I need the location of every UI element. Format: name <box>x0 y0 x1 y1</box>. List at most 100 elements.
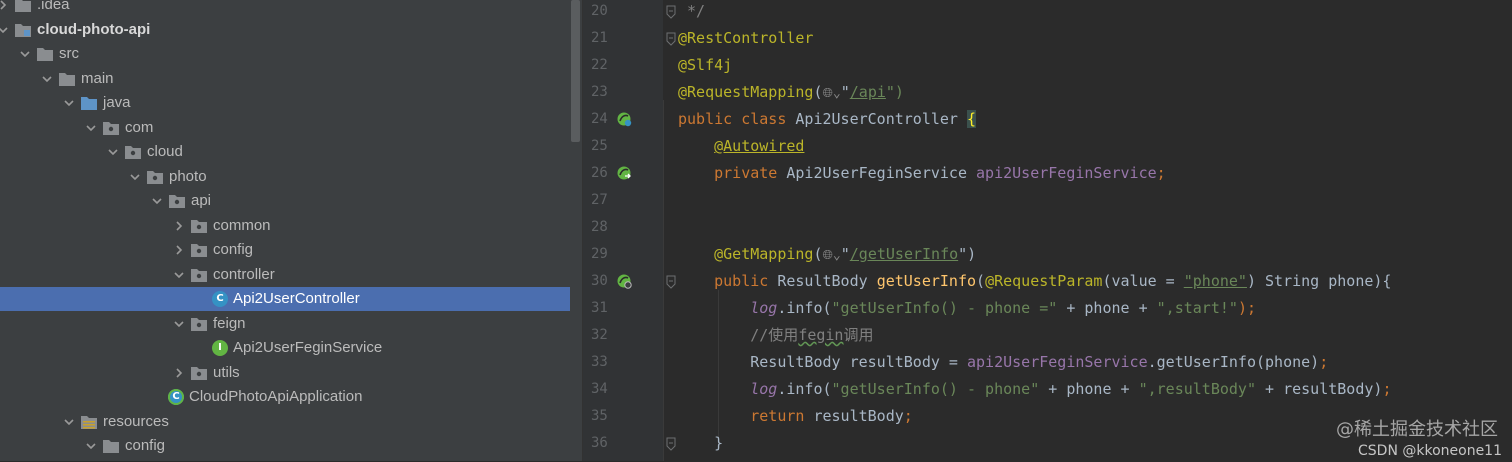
url-globe-icon[interactable]: 🌐︎⌄ <box>823 248 841 263</box>
package-icon <box>190 242 208 258</box>
code-token: @Autowired <box>714 137 805 155</box>
code-line[interactable]: */ <box>678 0 705 25</box>
fold-marker-icon[interactable] <box>665 436 677 451</box>
package-icon <box>168 193 186 209</box>
code-line[interactable]: private Api2UserFeginService api2UserFeg… <box>678 160 1166 187</box>
line-number: 35 <box>591 408 608 424</box>
chevron-right-icon[interactable] <box>172 238 186 262</box>
chevron-right-icon[interactable] <box>172 361 186 385</box>
tree-item[interactable]: common <box>0 214 582 238</box>
spring-bean-icon[interactable] <box>615 110 633 128</box>
fold-marker-icon[interactable] <box>665 4 677 19</box>
code-token: @GetMapping <box>714 245 814 263</box>
tree-item[interactable]: resources <box>0 410 582 434</box>
code-line[interactable]: return resultBody; <box>678 403 913 430</box>
code-line[interactable]: @Slf4j <box>678 52 732 79</box>
tree-item[interactable]: C Api2UserController <box>0 287 582 311</box>
line-number: 28 <box>591 219 608 235</box>
tree-item[interactable]: config <box>0 238 582 262</box>
code-token: fegin <box>798 326 844 344</box>
code-line[interactable]: } <box>678 430 723 457</box>
code-line[interactable]: public class Api2UserController { <box>678 106 977 133</box>
code-token: ") <box>958 245 977 263</box>
chevron-down-icon[interactable] <box>0 18 10 42</box>
spring-boot-class-icon: C <box>168 389 184 405</box>
code-token: .info( <box>777 299 832 317</box>
tree-item[interactable]: feign <box>0 312 582 336</box>
code-token: @RequestParam <box>985 272 1103 290</box>
url-globe-icon[interactable]: 🌐︎⌄ <box>823 86 841 101</box>
tree-item[interactable]: api <box>0 189 582 213</box>
code-token: //使用 <box>750 326 799 344</box>
code-token: (value = <box>1102 272 1184 290</box>
scrollbar-thumb[interactable] <box>571 0 580 142</box>
tree-item-label: photo <box>169 167 207 185</box>
tree-item[interactable]: src <box>0 42 582 66</box>
tree-item-label: controller <box>213 265 275 283</box>
project-tree-scrollbar[interactable] <box>570 0 582 461</box>
class-icon: C <box>212 291 228 307</box>
tree-item[interactable]: main <box>0 67 582 91</box>
code-line[interactable]: ResultBody resultBody = api2UserFeginSer… <box>678 349 1328 376</box>
line-number: 32 <box>591 327 608 343</box>
chevron-right-icon[interactable] <box>0 0 10 17</box>
package-icon <box>102 120 120 136</box>
line-number: 25 <box>591 138 608 154</box>
folder-icon <box>36 46 54 62</box>
chevron-down-icon[interactable] <box>62 91 76 115</box>
chevron-down-icon[interactable] <box>128 165 142 189</box>
tree-item[interactable]: photo <box>0 165 582 189</box>
tree-item-label: .idea <box>37 0 70 13</box>
line-number: 20 <box>591 3 608 19</box>
code-line[interactable]: @Autowired <box>678 133 804 160</box>
code-line[interactable]: @RequestMapping(🌐︎⌄"/api") <box>678 79 904 107</box>
code-token: api2UserFeginService <box>976 164 1157 182</box>
tree-item[interactable]: java <box>0 91 582 115</box>
line-number: 22 <box>591 57 608 73</box>
watermark-juejin: @稀土掘金技术社区 <box>1336 419 1498 440</box>
chevron-down-icon[interactable] <box>172 263 186 287</box>
chevron-down-icon[interactable] <box>18 42 32 66</box>
tree-item[interactable]: C CloudPhotoApiApplication <box>0 385 582 409</box>
chevron-down-icon[interactable] <box>172 312 186 336</box>
tree-item[interactable]: com <box>0 116 582 140</box>
code-line[interactable]: log.info("getUserInfo() - phone" + phone… <box>678 376 1391 403</box>
code-line[interactable]: public ResultBody getUserInfo(@RequestPa… <box>678 268 1391 295</box>
fold-marker-icon[interactable] <box>665 274 677 289</box>
code-token: ; <box>1156 164 1166 182</box>
code-line[interactable]: @RestController <box>678 25 813 52</box>
code-line[interactable]: log.info("getUserInfo() - phone =" + pho… <box>678 295 1256 322</box>
fold-marker-icon[interactable] <box>665 31 677 46</box>
chevron-down-icon[interactable] <box>84 434 98 458</box>
tree-item[interactable]: cloud-photo-api <box>0 18 582 42</box>
chevron-down-icon[interactable] <box>84 116 98 140</box>
code-token: "getUserInfo() - phone" <box>831 380 1040 398</box>
code-token: "phone" <box>1183 272 1247 290</box>
code-line[interactable]: @GetMapping(🌐︎⌄"/getUserInfo") <box>678 241 976 269</box>
code-token: "getUserInfo() - phone =" <box>831 299 1058 317</box>
chevron-down-icon[interactable] <box>150 189 164 213</box>
code-token: return <box>750 407 814 425</box>
tree-item[interactable]: utils <box>0 361 582 385</box>
chevron-right-icon[interactable] <box>172 214 186 238</box>
chevron-down-icon[interactable] <box>106 140 120 164</box>
chevron-down-icon[interactable] <box>40 67 54 91</box>
code-token: ") <box>885 83 904 101</box>
chevron-down-icon[interactable] <box>62 410 76 434</box>
tree-item[interactable]: cloud <box>0 140 582 164</box>
tree-item[interactable]: I Api2UserFeginService <box>0 336 582 360</box>
tree-item-label: cloud-photo-api <box>37 20 151 38</box>
code-token: public class <box>678 110 796 128</box>
tree-item[interactable]: .idea <box>0 0 582 17</box>
tree-item-label: feign <box>213 314 246 332</box>
spring-web-icon[interactable] <box>615 272 633 290</box>
code-editor[interactable]: 20 21 22 23 24 25 26 27 28 29 30 31 32 33 34 35 36 */ @Re… <box>583 0 1512 461</box>
spring-autowire-icon[interactable] <box>615 164 633 182</box>
tree-item[interactable]: controller <box>0 263 582 287</box>
code-line[interactable]: //使用fegin调用 <box>678 322 873 349</box>
line-number: 31 <box>591 300 608 316</box>
tree-item[interactable]: config <box>0 434 582 458</box>
